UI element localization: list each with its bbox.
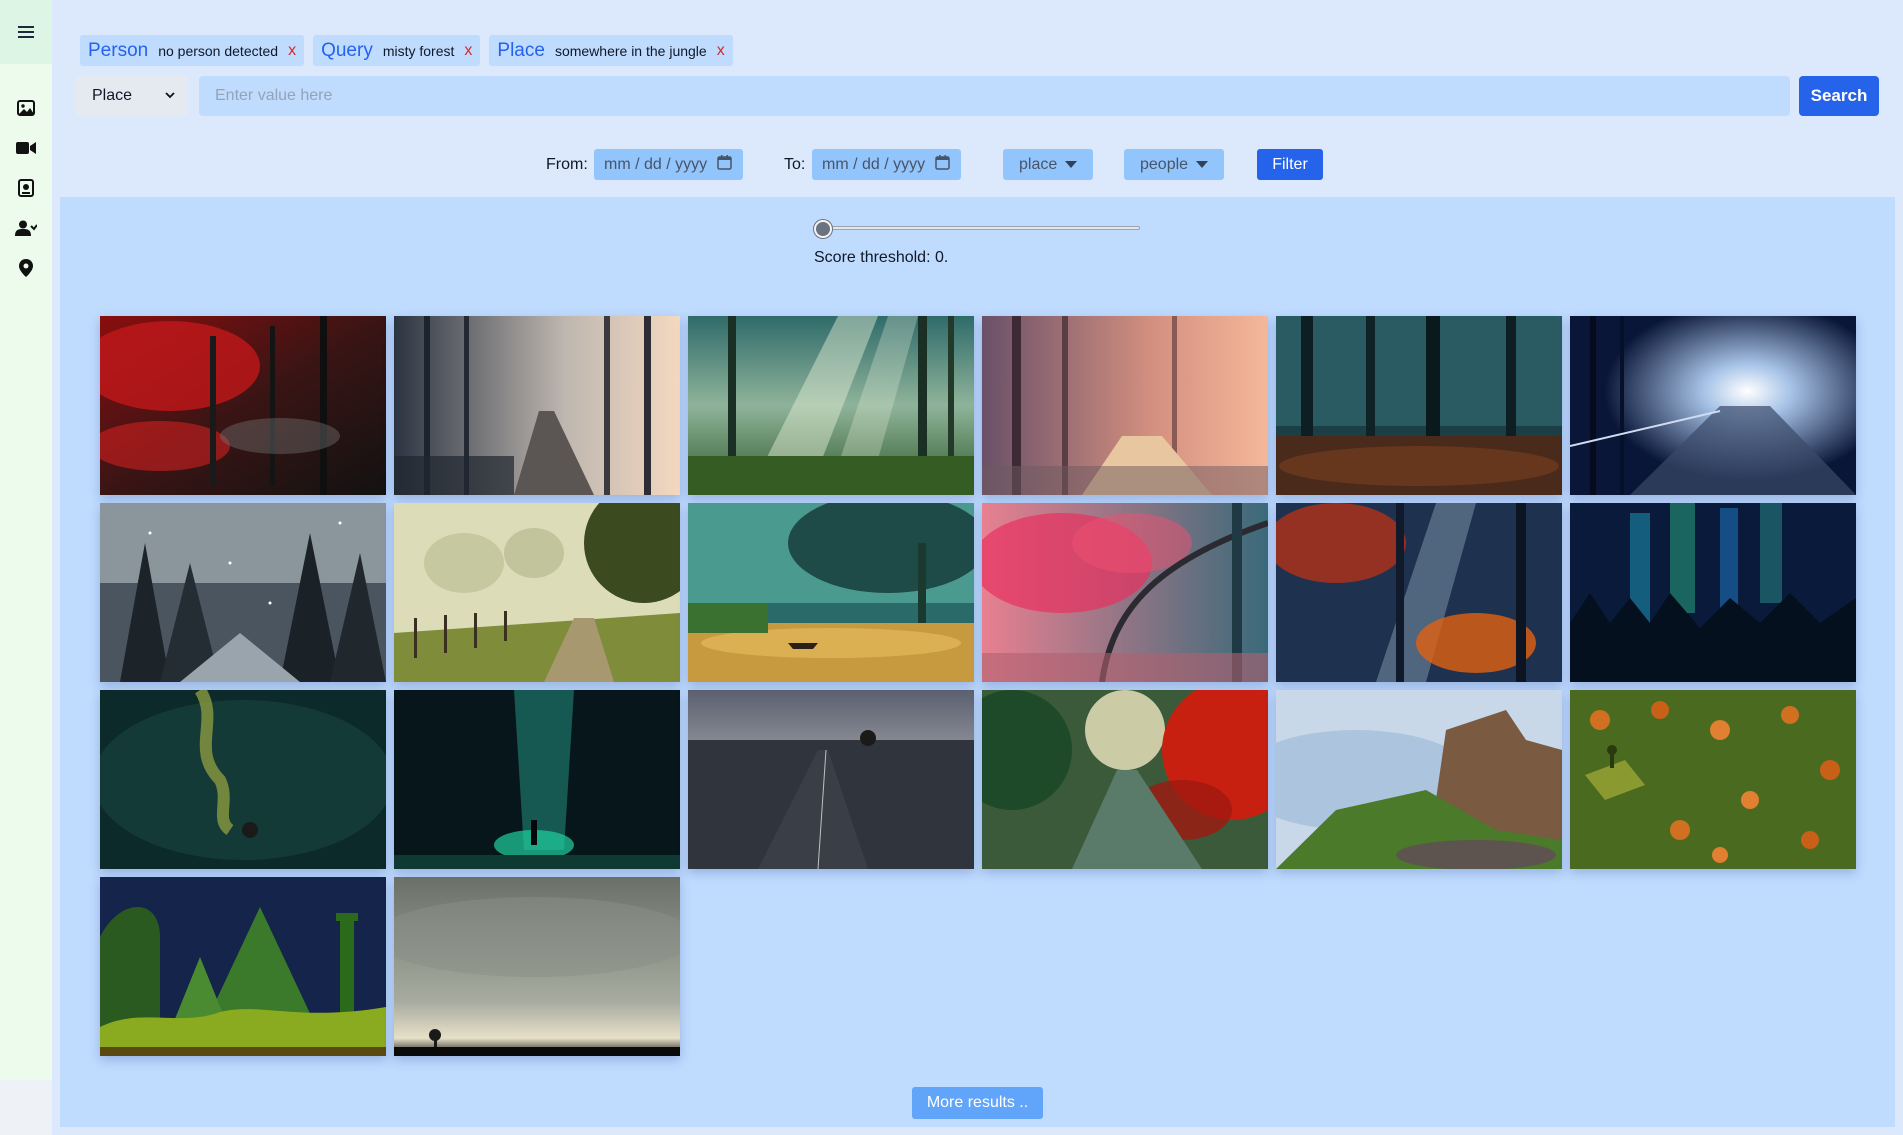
sidebar-item-videos[interactable] [14,138,38,162]
result-image-sunbeams-green-forest[interactable] [688,316,974,495]
result-image-misty-forest-road[interactable] [394,316,680,495]
result-image-misty-cliff-mountain[interactable] [1276,690,1562,869]
location-pin-icon [19,258,33,282]
result-image-empty-road-dusk[interactable] [688,690,974,869]
chip-remove-button[interactable]: x [717,42,725,60]
slider-thumb[interactable] [814,220,832,238]
sidebar-item-people[interactable] [14,218,38,242]
photo-album-icon [18,178,34,202]
result-image-pink-blossom-tree[interactable] [982,503,1268,682]
place-dropdown[interactable]: place [1003,149,1094,180]
result-image-game-hills-landscape[interactable] [100,877,386,1056]
from-label: From: [546,156,588,173]
result-image-red-autumn-forest[interactable] [100,316,386,495]
chip-remove-button[interactable]: x [288,42,296,60]
sidebar-footer [0,1080,52,1135]
result-image-pink-misty-forest-path[interactable] [982,316,1268,495]
date-placeholder: mm / dd / yyyy [822,155,926,173]
active-filter-chips: Person no person detected x Query misty … [80,35,733,66]
chip-query: Query misty forest x [313,35,481,66]
chip-value: misty forest [382,42,455,59]
place-dropdown-label: place [1019,155,1058,173]
person-icon [15,220,38,241]
result-image-dark-underwater-scene[interactable] [100,690,386,869]
result-image-sunlit-autumn-forest[interactable] [1276,503,1562,682]
caret-down-icon [1065,161,1078,168]
image-icon [17,99,35,121]
to-date-input[interactable]: mm / dd / yyyy [812,149,961,180]
caret-down-icon [1196,161,1209,168]
chip-remove-button[interactable]: x [464,42,472,60]
sidebar-item-albums[interactable] [14,178,38,202]
search-input[interactable] [199,76,1790,116]
chip-value: no person detected [158,42,279,59]
result-image-green-joystick-pattern[interactable] [1570,690,1856,869]
search-button[interactable]: Search [1799,76,1879,116]
sidebar-item-places[interactable] [14,258,38,282]
result-image-aurora-pine-forest[interactable] [1570,503,1856,682]
result-image-red-trees-road[interactable] [982,690,1268,869]
sidebar-item-images[interactable] [14,98,38,122]
filter-button[interactable]: Filter [1257,149,1323,180]
slider-track[interactable] [822,226,1140,230]
to-label: To: [784,156,806,173]
people-dropdown[interactable]: people [1124,149,1225,180]
search-type-value: Place [92,87,133,104]
chip-person: Person no person detected x [80,35,305,66]
score-threshold-slider[interactable] [814,220,1141,238]
people-dropdown-label: people [1140,155,1189,173]
result-image-foggy-meadow-fence[interactable] [394,503,680,682]
video-camera-icon [16,141,36,160]
sidebar-header [0,0,52,64]
chip-value: somewhere in the jungle [554,42,707,59]
chip-key: Place [497,39,545,61]
more-results-button[interactable]: More results .. [912,1087,1043,1119]
result-image-snowy-pine-forest[interactable] [100,503,386,682]
results-grid [100,316,1856,1056]
chip-key: Person [88,39,149,61]
calendar-icon[interactable] [717,154,732,175]
result-image-foggy-plain-lone-tree[interactable] [394,877,680,1056]
date-placeholder: mm / dd / yyyy [604,155,708,173]
search-type-select[interactable]: Place [76,76,188,116]
calendar-icon[interactable] [935,154,950,175]
chevron-down-icon [164,88,176,106]
score-threshold-label: Score threshold: 0. [814,249,949,266]
sidebar [0,0,52,1080]
result-image-jungle-lake-boat[interactable] [688,503,974,682]
result-image-glowing-light-forest-path[interactable] [1570,316,1856,495]
result-image-dark-teal-forest[interactable] [1276,316,1562,495]
from-date-input[interactable]: mm / dd / yyyy [594,149,743,180]
result-image-green-light-beam-figure[interactable] [394,690,680,869]
hamburger-menu-icon[interactable] [18,25,34,39]
chip-place: Place somewhere in the jungle x [489,35,733,66]
chip-key: Query [321,39,373,61]
